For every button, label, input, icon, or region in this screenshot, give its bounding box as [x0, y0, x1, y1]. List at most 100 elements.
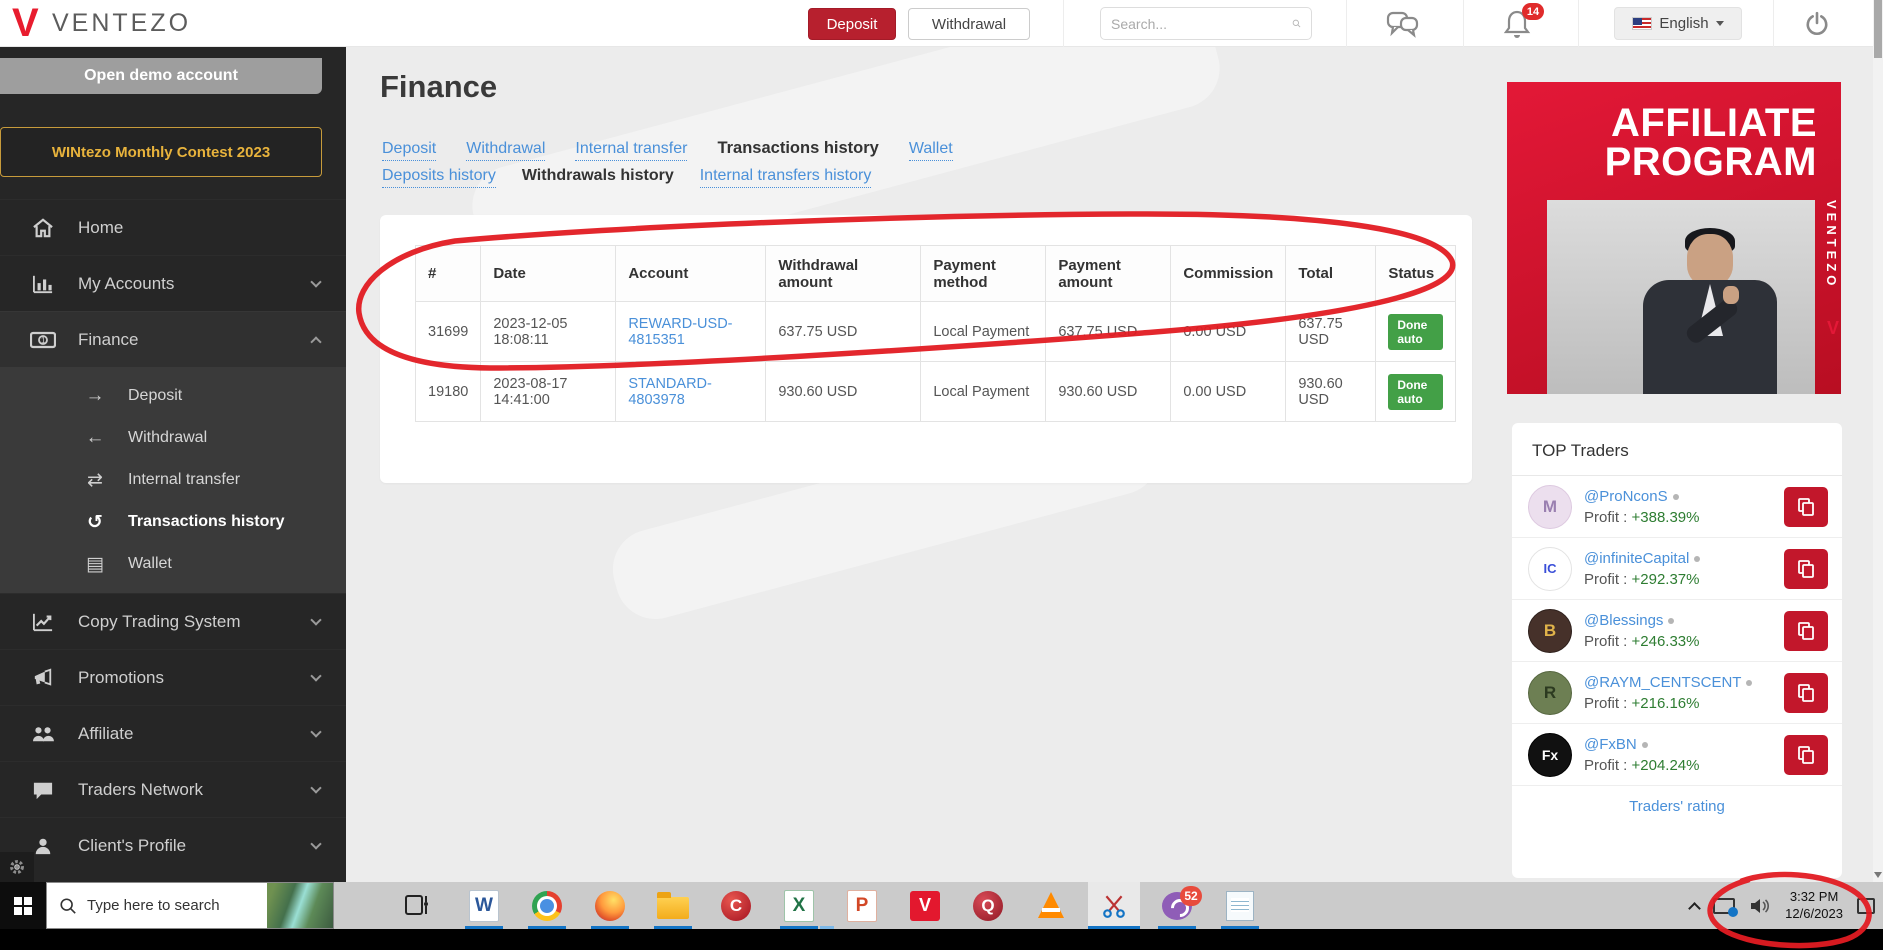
taskbar-clock[interactable]: 3:32 PM 12/6/2023: [1785, 889, 1843, 923]
taskbar-app-vlc[interactable]: [1025, 882, 1077, 929]
copy-trader-button[interactable]: [1784, 611, 1828, 651]
start-button[interactable]: [0, 882, 46, 929]
account-link[interactable]: STANDARD-4803978: [628, 376, 712, 408]
cell-total: 637.75 USD: [1286, 302, 1376, 362]
scrollbar-down-arrow[interactable]: [1874, 872, 1882, 878]
trend-chart-icon: [30, 611, 56, 633]
taskbar-app-firefox[interactable]: [584, 882, 636, 929]
tab-internal-transfer[interactable]: Internal transfer: [575, 140, 687, 161]
taskbar-app-powerpoint[interactable]: P: [836, 882, 888, 929]
language-selector[interactable]: English: [1614, 7, 1742, 40]
sidebar-item-copy-trading[interactable]: Copy Trading System: [0, 593, 346, 649]
chat-icon[interactable]: [1386, 9, 1420, 39]
speaker-icon[interactable]: [1749, 897, 1771, 915]
page-scrollbar[interactable]: [1873, 0, 1883, 882]
megaphone-icon: [30, 667, 56, 689]
search-input[interactable]: [1111, 16, 1292, 32]
open-demo-account-button[interactable]: Open demo account: [0, 58, 322, 94]
traders-rating-link[interactable]: Traders' rating: [1512, 798, 1842, 815]
copy-trader-button[interactable]: [1784, 549, 1828, 589]
submenu-item-transactions-history[interactable]: ↺ Transactions history: [0, 501, 346, 543]
withdrawal-button[interactable]: Withdrawal: [908, 8, 1030, 40]
submenu-item-wallet[interactable]: ▤ Wallet: [0, 543, 346, 585]
taskbar-app-file-explorer[interactable]: [647, 882, 699, 929]
copy-trader-button[interactable]: [1784, 673, 1828, 713]
sidebar-item-promotions[interactable]: Promotions: [0, 649, 346, 705]
trader-name-link[interactable]: @RAYM_CENTSCENT: [1584, 673, 1752, 693]
folder-icon: [657, 897, 689, 919]
taskbar-app-ventezo[interactable]: V: [899, 882, 951, 929]
windows-taskbar: W C X P V Q: [0, 882, 1883, 929]
sidebar-item-label: Home: [78, 218, 320, 238]
cell-payment-amount: 637.75 USD: [1046, 302, 1171, 362]
sidebar: Open demo account WINtezo Monthly Contes…: [0, 47, 346, 882]
taskbar-search[interactable]: [46, 882, 334, 929]
sidebar-item-affiliate[interactable]: Affiliate: [0, 705, 346, 761]
trader-name-link[interactable]: @ProNconS: [1584, 487, 1700, 507]
submenu-item-label: Deposit: [128, 387, 182, 405]
man-silhouette: [1635, 234, 1785, 394]
taskbar-app-chrome[interactable]: [521, 882, 573, 929]
trader-name-link[interactable]: @infiniteCapital: [1584, 549, 1700, 569]
taskbar-app-word[interactable]: W: [458, 882, 510, 929]
scrollbar-thumb[interactable]: [1874, 0, 1882, 58]
deposit-button[interactable]: Deposit: [808, 8, 896, 40]
word-icon: W: [469, 890, 499, 922]
taskbar-app-ccleaner[interactable]: C: [710, 882, 762, 929]
sidebar-item-finance[interactable]: 1 Finance: [0, 311, 346, 367]
sidebar-item-clients-profile[interactable]: Client's Profile: [0, 817, 346, 873]
divider: [1773, 0, 1774, 47]
trader-name-link[interactable]: @FxBN: [1584, 735, 1700, 755]
tray-chevron-up-icon[interactable]: [1688, 902, 1701, 915]
copy-trader-button[interactable]: [1784, 735, 1828, 775]
sidebar-item-home[interactable]: Home: [0, 199, 346, 255]
history-subtabs: Deposits history Withdrawals history Int…: [382, 167, 871, 188]
taskbar-app-excel[interactable]: X: [773, 882, 825, 929]
cell-commission: 0.00 USD: [1171, 302, 1286, 362]
bar-chart-icon: [30, 273, 56, 295]
notifications-bell-icon[interactable]: 14: [1500, 9, 1534, 39]
affiliate-program-banner[interactable]: AFFILIATE PROGRAM VENTEZO V: [1507, 82, 1841, 394]
search-highlight-image[interactable]: [267, 883, 333, 928]
copy-trader-button[interactable]: [1784, 487, 1828, 527]
subtab-withdrawals-history[interactable]: Withdrawals history: [522, 167, 674, 185]
taskbar-app-viber[interactable]: 52: [1151, 882, 1203, 929]
contest-button[interactable]: WINtezo Monthly Contest 2023: [0, 127, 322, 177]
account-link[interactable]: REWARD-USD-4815351: [628, 316, 732, 348]
subtab-internal-transfers-history[interactable]: Internal transfers history: [700, 167, 872, 188]
subtab-deposits-history[interactable]: Deposits history: [382, 167, 496, 188]
logout-power-icon[interactable]: [1800, 9, 1834, 39]
col-header-total: Total: [1286, 246, 1376, 302]
divider: [1346, 0, 1347, 47]
trader-name-link[interactable]: @Blessings: [1584, 611, 1700, 631]
submenu-item-internal-transfer[interactable]: ⇄ Internal transfer: [0, 459, 346, 501]
submenu-item-deposit[interactable]: → Deposit: [0, 375, 346, 417]
sidebar-item-traders-network[interactable]: Traders Network: [0, 761, 346, 817]
tab-wallet[interactable]: Wallet: [909, 140, 953, 161]
cell-id: 31699: [416, 302, 481, 362]
task-view-icon[interactable]: [404, 892, 432, 918]
avatar: R: [1528, 671, 1572, 715]
divider: [1578, 0, 1579, 47]
taskbar-app-notepad[interactable]: [1214, 882, 1266, 929]
chrome-icon: [532, 891, 562, 921]
taskbar-app-red-q[interactable]: Q: [962, 882, 1014, 929]
settings-gear-icon[interactable]: [0, 852, 34, 882]
display-cast-icon[interactable]: [1713, 898, 1735, 914]
action-center-icon[interactable]: [1857, 898, 1875, 914]
brand-logo[interactable]: V VENTEZO: [12, 6, 191, 40]
taskbar-search-input[interactable]: [87, 897, 257, 914]
search-icon[interactable]: [1292, 15, 1301, 32]
notepad-icon: [1226, 891, 1254, 921]
submenu-item-withdrawal[interactable]: ← Withdrawal: [0, 417, 346, 459]
tab-transactions-history[interactable]: Transactions history: [717, 139, 878, 158]
sidebar-item-my-accounts[interactable]: My Accounts: [0, 255, 346, 311]
firefox-icon: [595, 891, 625, 921]
tab-withdrawal[interactable]: Withdrawal: [466, 140, 545, 161]
notification-count-badge: 14: [1522, 3, 1544, 20]
withdrawals-table-card: # Date Account Withdrawal amount Payment…: [380, 215, 1472, 483]
tab-deposit[interactable]: Deposit: [382, 140, 436, 161]
divider: [1063, 0, 1064, 47]
taskbar-app-snipping-tool[interactable]: [1088, 882, 1140, 929]
finance-tabs: Deposit Withdrawal Internal transfer Tra…: [382, 139, 953, 161]
